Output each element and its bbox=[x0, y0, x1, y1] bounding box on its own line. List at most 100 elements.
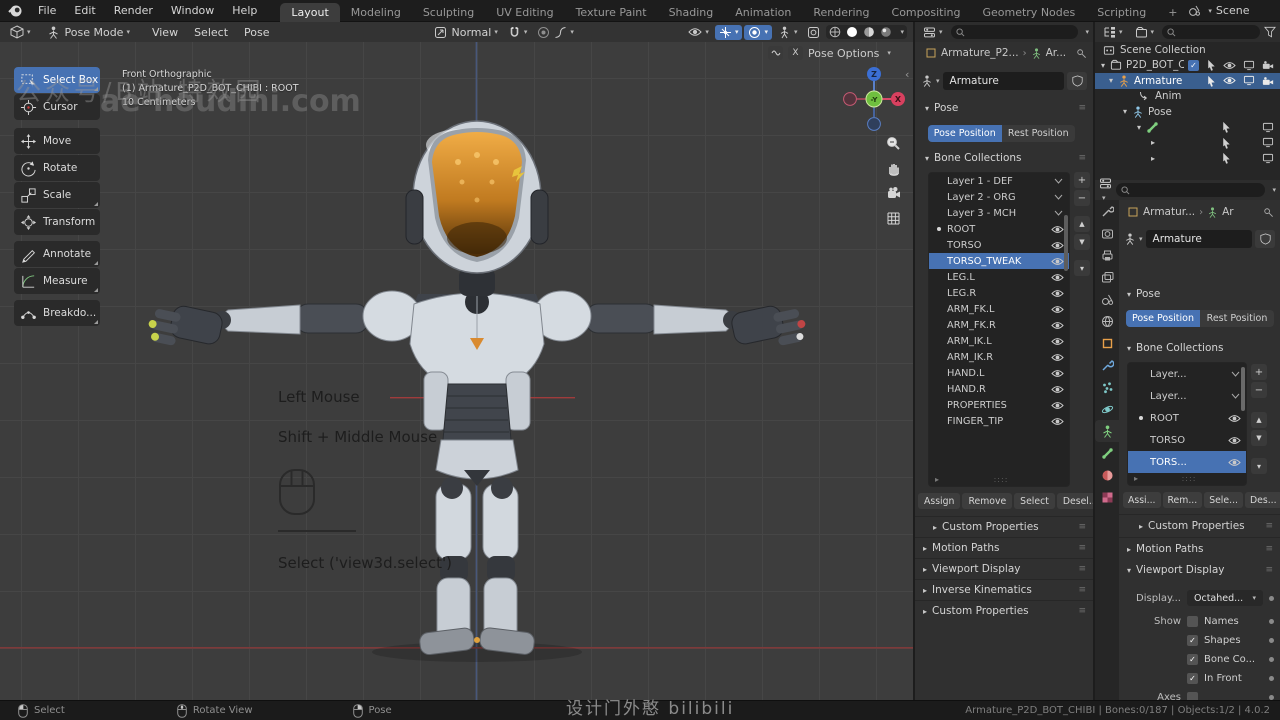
tab-output-icon[interactable] bbox=[1095, 244, 1119, 266]
viewport-display-icon[interactable] bbox=[1243, 60, 1255, 71]
tab-particles-icon[interactable] bbox=[1095, 376, 1119, 398]
breadcrumb-object[interactable]: Armature_P2... bbox=[941, 47, 1019, 59]
bone-collection-row[interactable]: Layer... bbox=[1128, 385, 1246, 407]
tab-object-icon[interactable] bbox=[1095, 332, 1119, 354]
properties-editor-button[interactable]: ▾ bbox=[919, 25, 947, 40]
menu-item[interactable]: Help bbox=[223, 4, 266, 17]
eye-icon[interactable] bbox=[1051, 321, 1064, 330]
checkbox[interactable]: ✓ bbox=[1187, 635, 1198, 646]
chevron-down-icon[interactable] bbox=[1053, 193, 1064, 201]
sidebar-collapse-icon[interactable]: ‹ bbox=[905, 68, 909, 81]
workspace-tab[interactable]: Modeling bbox=[340, 3, 412, 22]
viewport-menu-item[interactable]: Pose bbox=[236, 26, 277, 39]
render-camera-icon[interactable] bbox=[1262, 60, 1274, 70]
pose-position-button[interactable]: Pose Position bbox=[1126, 310, 1200, 327]
viewport-menu-item[interactable]: View bbox=[144, 26, 186, 39]
pose-options-dropdown[interactable]: Pose Options bbox=[808, 47, 879, 60]
list-resize-grip[interactable]: ▸ :::: bbox=[929, 473, 1069, 486]
disclosure-icon[interactable]: ▾ bbox=[1109, 76, 1113, 85]
selectable-cursor-icon[interactable] bbox=[1221, 152, 1231, 164]
viewport-menu-item[interactable]: Select bbox=[186, 26, 236, 39]
workspace-tab[interactable]: Scripting bbox=[1086, 3, 1157, 22]
selectable-cursor-icon[interactable] bbox=[1206, 75, 1216, 87]
pose-section-header[interactable]: ▾ Pose bbox=[1127, 288, 1272, 300]
tool-button[interactable]: Cursor bbox=[14, 94, 100, 120]
animate-dot[interactable] bbox=[1269, 676, 1274, 681]
eye-icon[interactable] bbox=[1051, 417, 1064, 426]
outliner-row-bone-child[interactable]: ▸ bbox=[1095, 135, 1280, 151]
drag-handle-icon[interactable]: ≡ bbox=[1078, 103, 1085, 113]
collection-action-button[interactable]: Des... bbox=[1244, 492, 1280, 508]
outliner-editor-button[interactable]: ▾ bbox=[1099, 25, 1127, 40]
move-down-button[interactable]: ▼ bbox=[1251, 430, 1267, 446]
display-as-dropdown[interactable]: Octahed... ▾ bbox=[1187, 590, 1263, 606]
bone-collection-row[interactable]: ARM_IK.R bbox=[929, 349, 1069, 365]
chevron-down-icon[interactable] bbox=[1230, 392, 1241, 400]
tool-button[interactable]: Annotate bbox=[14, 241, 100, 267]
outliner-row-scene-collection[interactable]: Scene Collection bbox=[1095, 42, 1280, 58]
zoom-icon[interactable] bbox=[884, 134, 902, 152]
viewport-display-icon[interactable] bbox=[1243, 75, 1255, 86]
fake-user-shield-button[interactable] bbox=[1255, 230, 1275, 248]
workspace-tab[interactable]: + bbox=[1157, 3, 1188, 22]
eye-icon[interactable] bbox=[1051, 401, 1064, 410]
material-shading-icon[interactable] bbox=[863, 26, 875, 38]
eye-icon[interactable] bbox=[1051, 353, 1064, 362]
gizmo-minus-z-axis[interactable] bbox=[867, 117, 881, 131]
tool-button[interactable]: Rotate bbox=[14, 155, 100, 181]
tab-view-layer-icon[interactable] bbox=[1095, 266, 1119, 288]
panel-section-header[interactable]: ▸ Custom Properties ≡ bbox=[1119, 514, 1280, 537]
bone-collection-row[interactable]: Layer 2 - ORG bbox=[929, 189, 1069, 205]
panel-section-header[interactable]: ▸ Custom Properties ≡ bbox=[915, 600, 1093, 621]
collection-action-button[interactable]: Assi... bbox=[1123, 492, 1161, 508]
disclosure-icon[interactable]: ▸ bbox=[1151, 154, 1155, 163]
bone-collection-row[interactable]: FINGER_TIP bbox=[929, 413, 1069, 429]
outliner-filter-collection-button[interactable]: ▾ bbox=[1131, 25, 1159, 40]
breadcrumb-data[interactable]: Ar bbox=[1222, 206, 1234, 218]
outliner-row-animation[interactable]: Anim bbox=[1095, 89, 1280, 105]
outliner-row-collection[interactable]: ▾ P2D_BOT_CHIBI ✓ bbox=[1095, 58, 1280, 74]
tab-world-icon[interactable] bbox=[1095, 310, 1119, 332]
bone-collection-row[interactable]: PROPERTIES bbox=[929, 397, 1069, 413]
tab-bone-icon[interactable] bbox=[1095, 442, 1119, 464]
chevron-down-icon[interactable] bbox=[1230, 370, 1241, 378]
properties-search-input[interactable] bbox=[950, 25, 1079, 39]
eye-icon[interactable] bbox=[1228, 458, 1241, 467]
outliner-search-input[interactable] bbox=[1162, 25, 1260, 39]
workspace-tab[interactable]: Texture Paint bbox=[565, 3, 658, 22]
list-specials-button[interactable]: ▾ bbox=[1251, 458, 1267, 474]
eye-icon[interactable] bbox=[1051, 257, 1064, 266]
tab-render-icon[interactable] bbox=[1095, 222, 1119, 244]
panel-section-header[interactable]: ▸ Motion Paths ≡ bbox=[915, 537, 1093, 558]
show-gizmo-toggle[interactable]: ▾ bbox=[714, 24, 743, 40]
workspace-tab[interactable]: Geometry Nodes bbox=[971, 3, 1086, 22]
bone-collection-row[interactable]: Layer 3 - MCH bbox=[929, 205, 1069, 221]
collection-action-button[interactable]: Select bbox=[1014, 493, 1055, 509]
selectable-cursor-icon[interactable] bbox=[1206, 59, 1216, 71]
blender-logo-icon[interactable] bbox=[8, 3, 23, 18]
tool-button[interactable]: Scale bbox=[14, 182, 100, 208]
xray-figure-toggle[interactable]: ▾ bbox=[774, 25, 802, 40]
drag-handle-icon[interactable]: ≡ bbox=[1265, 565, 1272, 575]
selectable-cursor-icon[interactable] bbox=[1221, 121, 1231, 133]
tool-button[interactable]: Move bbox=[14, 128, 100, 154]
move-down-button[interactable]: ▼ bbox=[1074, 234, 1090, 250]
remove-collection-button[interactable]: − bbox=[1251, 382, 1267, 398]
bone-collection-row[interactable]: ARM_IK.L bbox=[929, 333, 1069, 349]
rest-position-button[interactable]: Rest Position bbox=[1200, 310, 1274, 327]
eye-icon[interactable] bbox=[1228, 414, 1241, 423]
datablock-name-field[interactable]: Armature bbox=[1145, 230, 1252, 248]
drag-handle-icon[interactable]: ≡ bbox=[1265, 521, 1272, 531]
bone-collection-row[interactable]: ROOT bbox=[1128, 407, 1246, 429]
collection-checkbox[interactable]: ✓ bbox=[1188, 59, 1200, 71]
eye-icon[interactable] bbox=[1051, 385, 1064, 394]
outliner-row-pose[interactable]: ▾ Pose bbox=[1095, 104, 1280, 120]
eye-icon[interactable] bbox=[1051, 225, 1064, 234]
tool-button[interactable]: Select Box bbox=[14, 67, 100, 93]
transform-orientation[interactable]: Normal ▾ bbox=[430, 25, 502, 40]
editor-type-button[interactable]: ▾ bbox=[6, 24, 35, 40]
bone-collection-row[interactable]: TORSO_TWEAK bbox=[929, 253, 1069, 269]
navigation-gizmo[interactable]: Z X -Y bbox=[843, 66, 905, 134]
eye-icon[interactable] bbox=[1051, 241, 1064, 250]
outliner-row-armature[interactable]: ▾ Armature bbox=[1095, 73, 1280, 89]
